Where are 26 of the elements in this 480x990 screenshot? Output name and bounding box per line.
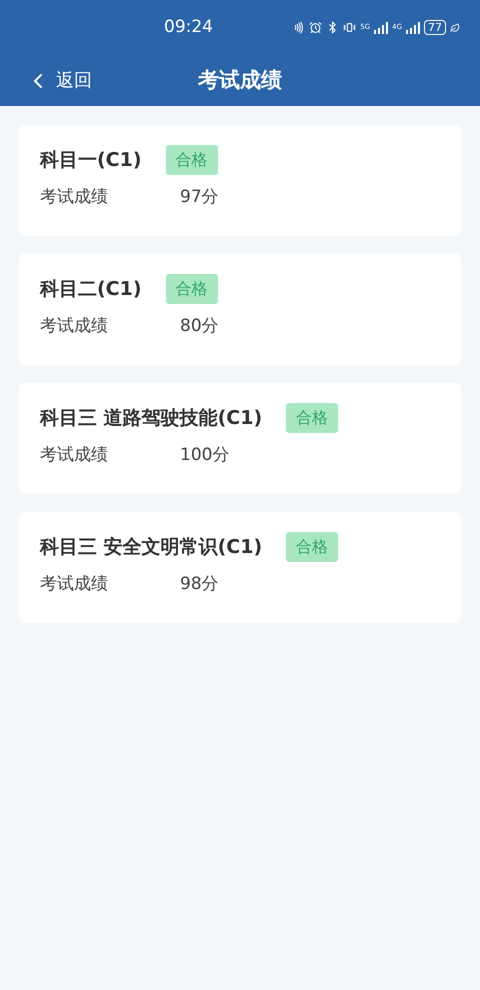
score-label: 考试成绩	[40, 186, 109, 209]
vibrate-icon	[343, 21, 356, 34]
leaf-icon	[450, 22, 460, 32]
status-tag: 合格	[286, 403, 338, 433]
score-value: 98分	[180, 573, 219, 596]
status-tag: 合格	[286, 532, 338, 562]
page-title: 考试成绩	[198, 66, 282, 94]
subject-title: 科目二(C1)	[40, 276, 142, 302]
battery-indicator: 77	[424, 20, 446, 35]
nfc-icon	[292, 21, 306, 34]
signal-icon	[374, 22, 388, 34]
subject-title: 科目一(C1)	[40, 148, 142, 173]
score-value: 97分	[180, 186, 219, 209]
status-tag: 合格	[166, 145, 218, 175]
subject-title: 科目三 道路驾驶技能(C1)	[40, 406, 262, 431]
back-button[interactable]: 返回	[26, 67, 92, 94]
score-value: 80分	[180, 315, 219, 338]
score-label: 考试成绩	[40, 315, 109, 338]
score-label: 考试成绩	[40, 444, 109, 467]
status-tag: 合格	[166, 274, 218, 304]
score-value: 100分	[180, 444, 230, 467]
score-label: 考试成绩	[40, 573, 109, 596]
subject-title: 科目三 安全文明常识(C1)	[40, 534, 262, 560]
status-time: 09:24	[164, 16, 213, 39]
alarm-icon	[309, 21, 322, 34]
signal-icon	[406, 22, 420, 34]
